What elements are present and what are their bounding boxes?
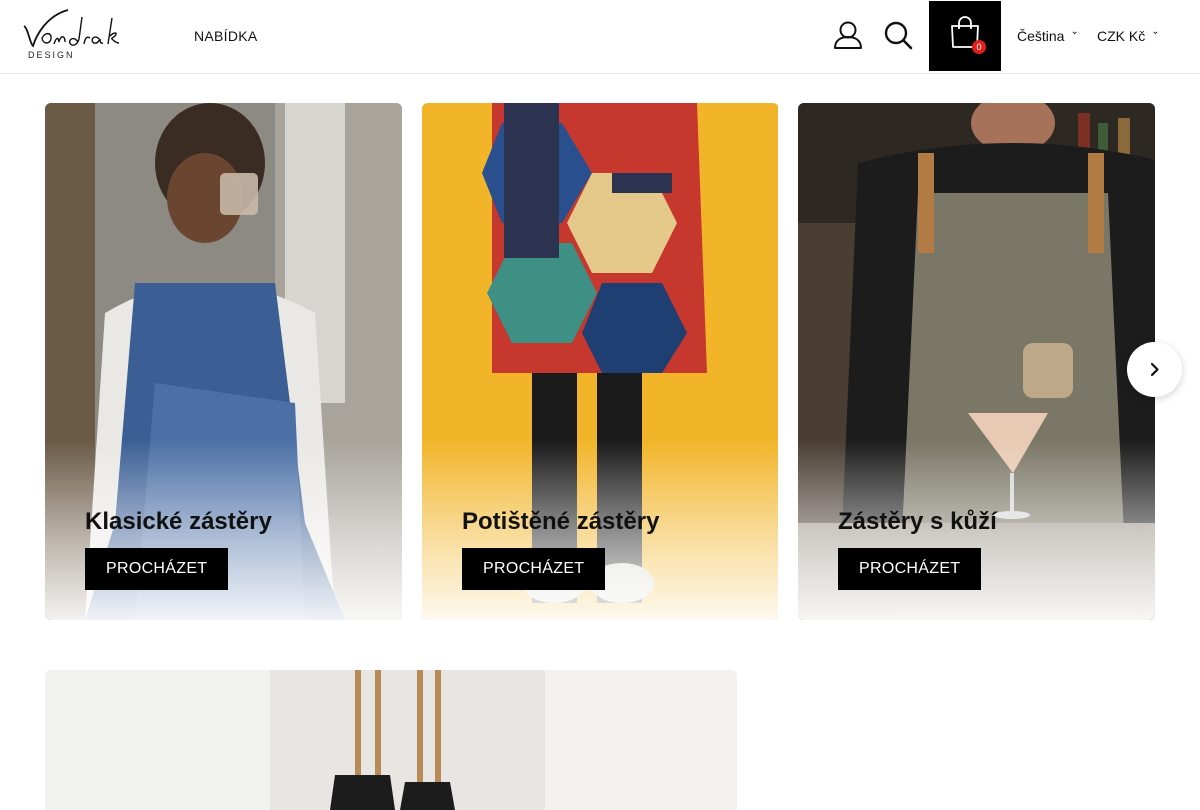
category-title: Potištěné zástěry	[462, 508, 660, 535]
banner-photo	[45, 670, 737, 810]
category-card-printed[interactable]: Potištěné zástěry PROCHÁZET	[422, 103, 779, 620]
cart-count-badge: 0	[972, 40, 986, 54]
currency-label: CZK Kč	[1097, 28, 1146, 44]
carousel-next-button[interactable]	[1127, 342, 1182, 397]
chevron-right-icon	[1150, 362, 1159, 377]
browse-button[interactable]: PROCHÁZET	[85, 548, 229, 590]
language-selector[interactable]: Čeština ⌄	[1017, 26, 1079, 44]
category-card-leather[interactable]: Zástěry s kůží PROCHÁZET	[798, 103, 1155, 620]
logo-subtitle: DESIGN	[28, 50, 75, 60]
category-title: Klasické zástěry	[85, 508, 272, 535]
user-icon[interactable]	[832, 20, 864, 52]
language-label: Čeština	[1017, 28, 1065, 44]
logo-script-icon	[23, 9, 120, 48]
category-title: Zástěry s kůží	[838, 508, 997, 535]
currency-selector[interactable]: CZK Kč ⌄	[1097, 26, 1160, 44]
chevron-down-icon: ⌄	[1070, 26, 1079, 37]
browse-button[interactable]: PROCHÁZET	[462, 548, 606, 590]
site-header: DESIGN NABÍDKA 0 Čeština ⌄ CZK Kč ⌄	[0, 0, 1200, 74]
chevron-down-icon: ⌄	[1151, 26, 1160, 37]
cart-button[interactable]: 0	[929, 1, 1001, 71]
promo-banner-image[interactable]	[45, 670, 737, 810]
browse-button[interactable]: PROCHÁZET	[838, 548, 982, 590]
search-icon[interactable]	[883, 20, 913, 50]
nav-menu-offer[interactable]: NABÍDKA	[194, 28, 258, 44]
category-card-classic[interactable]: Klasické zástěry PROCHÁZET	[45, 103, 402, 620]
